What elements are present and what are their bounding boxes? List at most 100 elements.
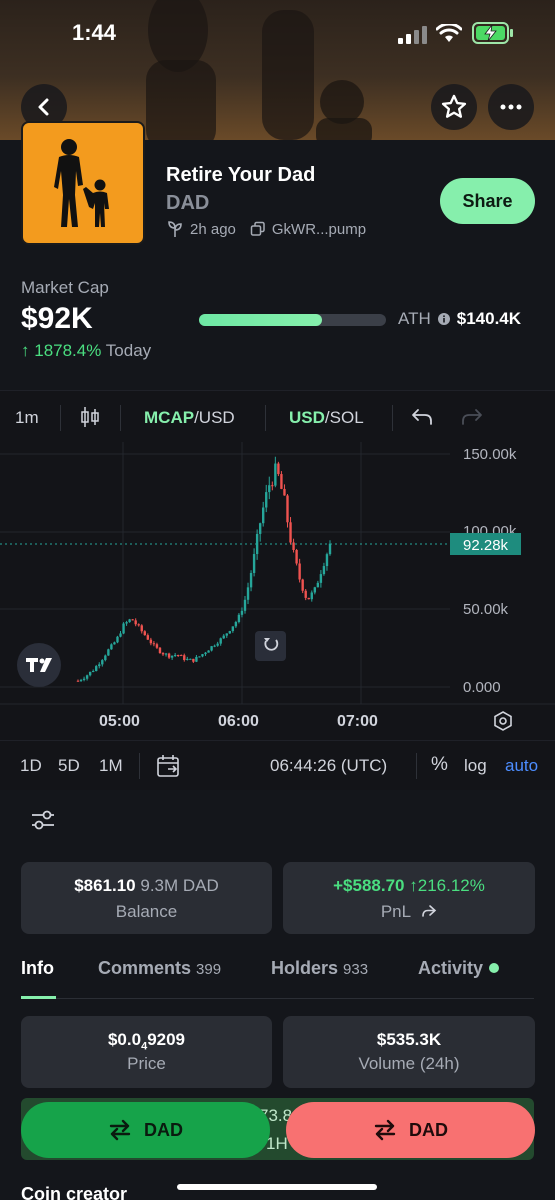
copy-icon[interactable]	[250, 221, 266, 237]
token-age: 2h ago	[190, 220, 236, 238]
x-tick-label: 05:00	[99, 713, 140, 730]
volume-label: Volume (24h)	[358, 1054, 460, 1073]
detail-tabs: Info Comments 399 Holders 933 Activity	[0, 955, 555, 999]
tab-comments[interactable]: Comments 399	[98, 958, 221, 979]
tradingview-logo[interactable]	[17, 643, 61, 687]
candle-body	[243, 599, 247, 611]
candle-body	[155, 644, 159, 648]
candle-body	[88, 671, 92, 676]
range-divider	[139, 753, 140, 779]
candle-body	[310, 592, 313, 600]
range-1m[interactable]: 1M	[99, 756, 123, 776]
sliders-icon[interactable]	[30, 808, 56, 832]
candle-body	[304, 590, 307, 598]
pnl-label-line: PnL	[283, 902, 535, 922]
candle-body	[149, 639, 153, 644]
undo-icon[interactable]	[411, 408, 433, 426]
candle-body	[280, 474, 283, 489]
candle-body	[258, 523, 262, 534]
pnl-card[interactable]: +$588.70 ↑216.12% PnL	[283, 862, 535, 934]
sol-label: /SOL	[324, 408, 364, 427]
status-bar: 1:44	[0, 18, 555, 50]
favorite-button[interactable]	[431, 84, 477, 130]
candle-body	[116, 636, 119, 643]
price-label: Price	[127, 1054, 166, 1073]
home-indicator[interactable]	[177, 1184, 377, 1190]
calendar-goto-icon[interactable]	[156, 753, 182, 779]
candle-body	[207, 650, 210, 653]
star-icon	[441, 94, 467, 118]
interval-selector[interactable]: 1m	[15, 408, 39, 428]
price-card: $0.049209 Price	[21, 1016, 272, 1088]
change-percent: 1878.4%	[34, 341, 102, 360]
candle-body	[307, 597, 310, 600]
percent-scale-toggle[interactable]: %	[431, 754, 448, 776]
more-options-button[interactable]	[488, 84, 534, 130]
auto-scale-toggle[interactable]: auto	[505, 756, 538, 776]
ath-display: ATH $140.4K	[398, 309, 521, 329]
price-chart[interactable]: 150.00k 100.00k 50.00k 0.000 92.28k 05:0…	[0, 442, 555, 740]
candle-body	[295, 549, 298, 564]
candle-body	[137, 624, 140, 626]
candle-body	[262, 507, 265, 524]
balance-card[interactable]: $861.10 9.3M DAD Balance	[21, 862, 272, 934]
sprout-icon	[168, 221, 182, 237]
candle-body	[164, 653, 168, 655]
token-address[interactable]: GkWR...pump	[272, 221, 366, 238]
y-tick-label: 150.00k	[463, 446, 517, 463]
share-button[interactable]: Share	[440, 178, 535, 224]
toolbar-divider	[265, 405, 266, 431]
candle-body	[292, 542, 295, 550]
candle-body	[240, 610, 244, 615]
redo-icon[interactable]	[461, 408, 483, 426]
usd-sol-toggle[interactable]: USD/SOL	[289, 408, 364, 428]
candle-body	[201, 654, 204, 657]
toolbar-divider	[392, 405, 393, 431]
tab-count: 399	[196, 961, 222, 978]
balance-line: $861.10 9.3M DAD	[21, 876, 272, 896]
candlestick-type-icon[interactable]	[80, 406, 100, 428]
chevron-left-icon	[38, 98, 49, 116]
range-5d[interactable]: 5D	[58, 756, 80, 776]
range-1d[interactable]: 1D	[20, 756, 42, 776]
candle-body	[195, 656, 198, 662]
info-icon[interactable]	[437, 313, 450, 325]
reset-chart-button[interactable]	[255, 631, 286, 661]
tab-label: Comments	[98, 958, 192, 978]
usd-label: /USD	[194, 408, 235, 427]
active-tab-indicator	[21, 996, 56, 999]
candle-body	[146, 635, 150, 640]
ath-progress-fill	[199, 314, 323, 326]
candle-body	[216, 643, 219, 646]
tab-holders[interactable]: Holders 933	[271, 958, 368, 979]
log-scale-toggle[interactable]: log	[464, 756, 487, 776]
usd-active-label: USD	[289, 408, 325, 427]
pnl-label: PnL	[380, 902, 411, 921]
ath-progress-bar	[199, 314, 386, 326]
candle-body	[173, 654, 177, 656]
candle-body	[85, 675, 89, 679]
chart-settings-icon[interactable]	[494, 711, 512, 731]
candle-body	[319, 574, 323, 583]
toolbar-divider	[60, 405, 61, 431]
candle-body	[255, 533, 259, 555]
mcap-usd-toggle[interactable]: MCAP/USD	[144, 408, 235, 428]
candle-body	[131, 619, 134, 621]
tab-info[interactable]: Info	[21, 958, 54, 979]
volume-card: $535.3K Volume (24h)	[283, 1016, 535, 1088]
candle-body	[143, 631, 146, 636]
candle-body	[225, 633, 228, 636]
market-cap-change: ↑ 1878.4% Today	[21, 341, 151, 361]
share-arrow-icon[interactable]	[421, 904, 437, 918]
token-ticker: DAD	[166, 192, 210, 214]
candle-body	[231, 626, 235, 632]
price-value: $0.049209	[21, 1030, 272, 1052]
candle-body	[313, 587, 317, 593]
tab-label: Info	[21, 958, 54, 978]
sell-button[interactable]: DAD	[286, 1102, 535, 1158]
buy-button[interactable]: DAD	[21, 1102, 270, 1158]
candle-body	[140, 625, 143, 632]
tab-activity[interactable]: Activity	[418, 958, 500, 979]
pnl-line: +$588.70 ↑216.12%	[283, 876, 535, 896]
candle-body	[316, 582, 320, 588]
